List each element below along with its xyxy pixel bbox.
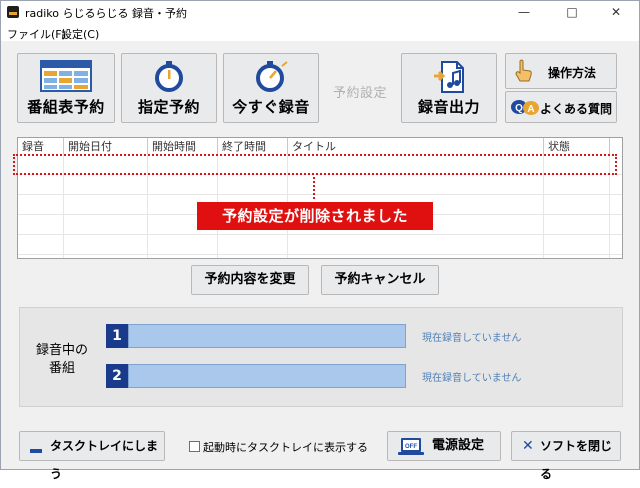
change-reservation-button[interactable]: 予約内容を変更 xyxy=(191,265,309,295)
grid-line xyxy=(18,254,622,255)
record-now-label: 今すぐ録音 xyxy=(232,98,310,116)
slot-bar-2 xyxy=(128,364,406,388)
slot-status-2: 現在録音していません xyxy=(422,373,522,384)
program-table-reserve-button[interactable]: 番組表予約 xyxy=(17,53,115,123)
reserve-settings-label: 予約設定 xyxy=(332,86,387,101)
cancel-reservation-button[interactable]: 予約キャンセル xyxy=(321,265,439,295)
column-header-start-time[interactable]: 開始時間 xyxy=(148,138,218,154)
column-header-record[interactable]: 録音 xyxy=(18,138,64,154)
title-bar: radiko らじるらじる 録音・予約 — □ ✕ xyxy=(1,1,639,23)
recording-panel: 録音中の 番組 1 現在録音していません 2 現在録音していません xyxy=(19,307,623,407)
slot-bar-1 xyxy=(128,324,406,348)
specified-reserve-button[interactable]: 指定予約 xyxy=(121,53,217,123)
svg-text:Q: Q xyxy=(515,103,523,114)
record-now-button[interactable]: 今すぐ録音 xyxy=(223,53,319,123)
specified-reserve-label: 指定予約 xyxy=(137,98,200,116)
close-app-label: ソフトを閉じる xyxy=(540,439,613,481)
how-to-use-button[interactable]: 操作方法 xyxy=(505,53,617,89)
close-window-button[interactable]: ✕ xyxy=(593,1,639,23)
laptop-icon: OFF xyxy=(398,438,424,455)
slot-status-1: 現在録音していません xyxy=(422,333,522,344)
callout-connector xyxy=(313,177,315,199)
record-output-label: 録音出力 xyxy=(417,98,480,116)
svg-text:A: A xyxy=(527,104,534,115)
show-in-tray-checkbox[interactable] xyxy=(189,441,200,452)
minimize-tray-icon xyxy=(30,449,42,453)
column-header-end-time[interactable]: 終了時間 xyxy=(218,138,288,154)
deleted-row-highlight xyxy=(13,154,617,175)
record-output-button[interactable]: 録音出力 xyxy=(401,53,497,123)
pointing-hand-icon xyxy=(515,59,532,82)
music-file-icon xyxy=(434,61,464,93)
slot-number-1: 1 xyxy=(106,324,128,348)
grid-line xyxy=(18,194,622,195)
power-settings-button[interactable]: OFF 電源設定 xyxy=(387,431,501,461)
faq-bubble-icon: Q A xyxy=(511,100,539,115)
menu-file[interactable]: ファイル(F) xyxy=(7,26,66,42)
close-icon: ✕ xyxy=(522,438,534,454)
to-tray-button[interactable]: タスクトレイにしまう xyxy=(19,431,165,481)
faq-label: よくある質問 xyxy=(540,102,613,116)
column-header-status[interactable]: 状態 xyxy=(544,138,610,154)
how-to-use-label: 操作方法 xyxy=(548,66,597,80)
menu-settings[interactable]: 設定(C) xyxy=(61,26,99,42)
recording-label-line2: 番組 xyxy=(48,361,75,376)
grid-line xyxy=(18,234,622,235)
program-table-icon xyxy=(40,60,92,92)
stopwatch-icon xyxy=(155,61,183,92)
slot-number-2: 2 xyxy=(106,364,128,388)
recording-label-line1: 録音中の xyxy=(35,343,88,358)
deleted-callout: 予約設定が削除されました xyxy=(197,202,433,230)
column-header-start-date[interactable]: 開始日付 xyxy=(64,138,148,154)
reserve-settings-button[interactable]: 予約設定 xyxy=(325,53,395,123)
power-settings-label: 電源設定 xyxy=(432,438,485,453)
to-tray-label: タスクトレイにしまう xyxy=(50,439,159,481)
app-window: radiko らじるらじる 録音・予約 — □ ✕ ファイル(F) 設定(C) … xyxy=(0,0,640,481)
show-in-tray-label: 起動時にタスクトレイに表示する xyxy=(203,441,368,454)
column-header-title[interactable]: タイトル xyxy=(288,138,544,154)
app-icon xyxy=(7,6,19,18)
minimize-button[interactable]: — xyxy=(501,1,547,23)
program-table-reserve-label: 番組表予約 xyxy=(27,98,105,116)
stopwatch-fast-icon xyxy=(256,61,288,92)
maximize-button[interactable]: □ xyxy=(549,1,595,23)
menu-bar: ファイル(F) 設定(C) xyxy=(1,23,639,41)
recording-label: 録音中の 番組 xyxy=(34,342,90,378)
close-app-button[interactable]: ✕ ソフトを閉じる xyxy=(511,431,621,481)
svg-text:OFF: OFF xyxy=(405,444,417,450)
faq-button[interactable]: Q A よくある質問 xyxy=(505,91,617,123)
window-title: radiko らじるらじる 録音・予約 xyxy=(25,7,188,20)
